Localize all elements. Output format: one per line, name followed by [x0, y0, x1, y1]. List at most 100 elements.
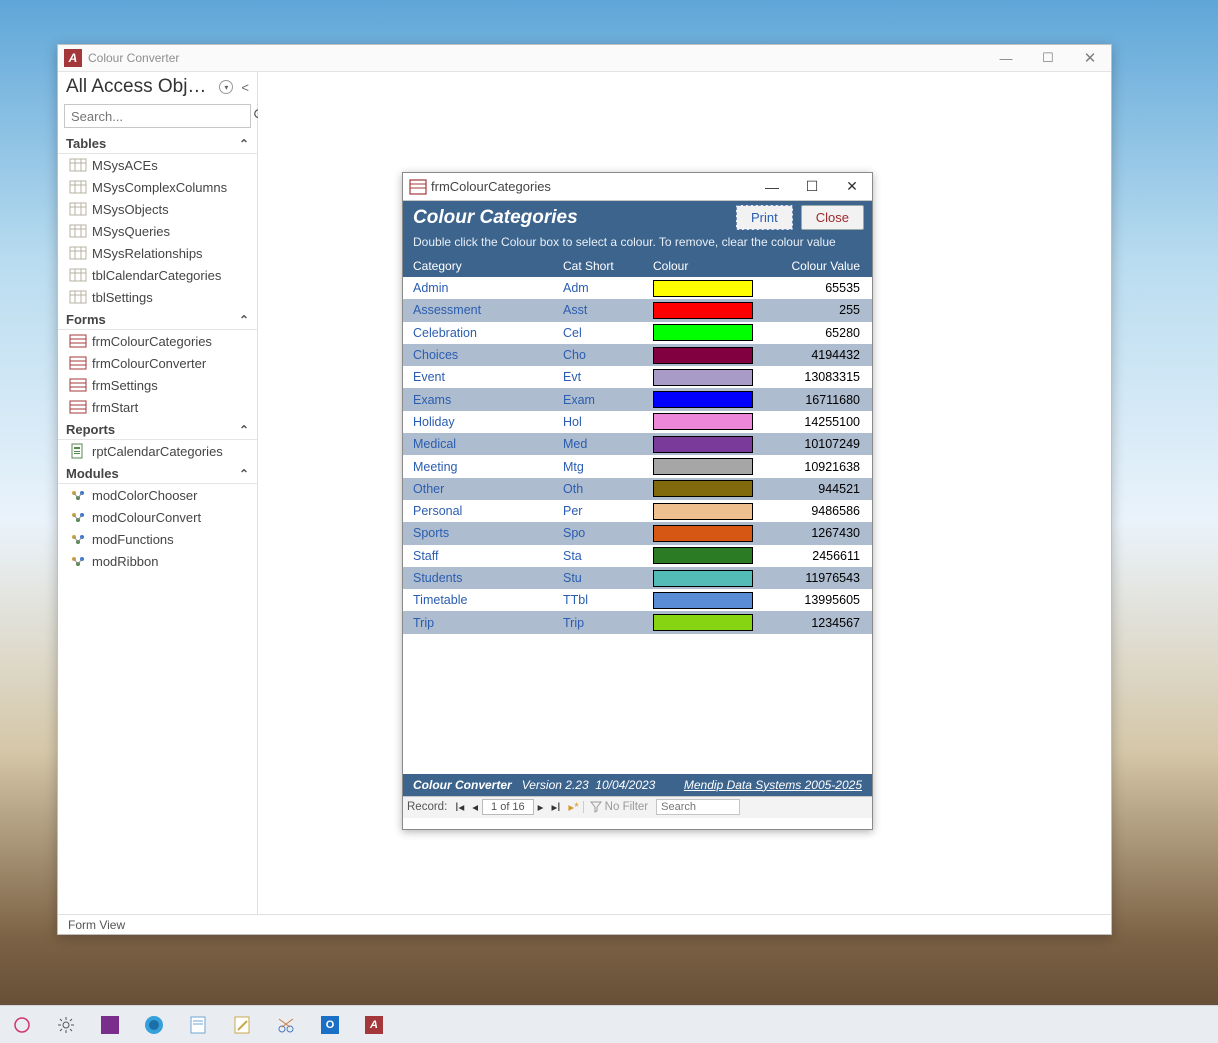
nav-item[interactable]: modColorChooser	[58, 484, 257, 506]
nav-item[interactable]: modRibbon	[58, 550, 257, 572]
recnav-prev-button[interactable]: ◂	[468, 800, 482, 814]
cell-category[interactable]: Medical	[403, 437, 563, 451]
nav-item[interactable]: frmColourConverter	[58, 352, 257, 374]
cell-category[interactable]: Personal	[403, 504, 563, 518]
close-form-button[interactable]: Close	[801, 205, 864, 230]
cell-category[interactable]: Students	[403, 571, 563, 585]
nav-item[interactable]: frmStart	[58, 396, 257, 418]
nav-item[interactable]: rptCalendarCategories	[58, 440, 257, 462]
colour-swatch[interactable]	[653, 458, 753, 475]
form-maximize-button[interactable]: ☐	[792, 173, 832, 201]
cell-colourvalue[interactable]: 65535	[761, 281, 872, 295]
nav-item[interactable]: MSysObjects	[58, 198, 257, 220]
footer-credit[interactable]: Mendip Data Systems 2005-2025	[684, 778, 862, 792]
cell-catshort[interactable]: Cho	[563, 348, 653, 362]
nav-item[interactable]: modFunctions	[58, 528, 257, 550]
taskbar[interactable]: O A	[0, 1005, 1218, 1043]
recnav-counter[interactable]: 1 of 16	[482, 799, 534, 815]
taskbar-outlook-icon[interactable]: O	[318, 1013, 342, 1037]
cell-category[interactable]: Exams	[403, 393, 563, 407]
nav-collapse-button[interactable]: <	[239, 80, 251, 95]
table-row[interactable]: AssessmentAsst 255	[403, 299, 872, 321]
nav-item[interactable]: modColourConvert	[58, 506, 257, 528]
colour-swatch[interactable]	[653, 391, 753, 408]
nav-item[interactable]: frmSettings	[58, 374, 257, 396]
form-minimize-button[interactable]: —	[752, 173, 792, 201]
cell-colourvalue[interactable]: 65280	[761, 326, 872, 340]
table-row[interactable]: MedicalMed10107249	[403, 433, 872, 455]
colour-swatch[interactable]	[653, 570, 753, 587]
colour-swatch[interactable]	[653, 413, 753, 430]
cell-colourvalue[interactable]: 13083315	[761, 370, 872, 384]
nav-item[interactable]: MSysComplexColumns	[58, 176, 257, 198]
colour-swatch[interactable]	[653, 436, 753, 453]
recnav-filter[interactable]: No Filter	[583, 801, 652, 813]
colour-swatch[interactable]	[653, 503, 753, 520]
cell-category[interactable]: Choices	[403, 348, 563, 362]
form-title-bar[interactable]: frmColourCategories — ☐ ✕	[403, 173, 872, 201]
taskbar-onenote-icon[interactable]	[98, 1013, 122, 1037]
colour-swatch[interactable]	[653, 592, 753, 609]
cell-colourvalue[interactable]: 11976543	[761, 571, 872, 585]
table-row[interactable]: TripTrip 1234567	[403, 611, 872, 633]
cell-colourvalue[interactable]: 1267430	[761, 526, 872, 540]
table-row[interactable]: CelebrationCel65280	[403, 322, 872, 344]
taskbar-notepad2-icon[interactable]	[230, 1013, 254, 1037]
nav-group-tables[interactable]: Tables⌃	[58, 132, 257, 154]
cell-catshort[interactable]: Cel	[563, 326, 653, 340]
cell-catshort[interactable]: Trip	[563, 616, 653, 630]
colour-swatch[interactable]	[653, 347, 753, 364]
table-row[interactable]: ChoicesCho4194432	[403, 344, 872, 366]
colour-swatch[interactable]	[653, 614, 753, 631]
colour-swatch[interactable]	[653, 525, 753, 542]
cell-catshort[interactable]: Per	[563, 504, 653, 518]
nav-item[interactable]: tblCalendarCategories	[58, 264, 257, 286]
table-row[interactable]: PersonalPer 9486586	[403, 500, 872, 522]
cell-colourvalue[interactable]: 9486586	[761, 504, 872, 518]
cell-colourvalue[interactable]: 14255100	[761, 415, 872, 429]
recnav-search-input[interactable]	[656, 799, 740, 815]
search-input[interactable]	[65, 109, 253, 124]
taskbar-snip-icon[interactable]	[274, 1013, 298, 1037]
colour-swatch[interactable]	[653, 302, 753, 319]
cell-colourvalue[interactable]: 16711680	[761, 393, 872, 407]
close-button[interactable]: ✕	[1069, 45, 1111, 72]
taskbar-settings-icon[interactable]	[54, 1013, 78, 1037]
cell-catshort[interactable]: Hol	[563, 415, 653, 429]
cell-colourvalue[interactable]: 13995605	[761, 593, 872, 607]
nav-search[interactable]	[64, 104, 251, 128]
cell-category[interactable]: Trip	[403, 616, 563, 630]
recnav-last-button[interactable]: ▸I	[547, 800, 564, 814]
taskbar-edge-icon[interactable]	[142, 1013, 166, 1037]
cell-catshort[interactable]: Asst	[563, 303, 653, 317]
cell-category[interactable]: Assessment	[403, 303, 563, 317]
nav-item[interactable]: tblSettings	[58, 286, 257, 308]
cell-category[interactable]: Timetable	[403, 593, 563, 607]
maximize-button[interactable]: ☐	[1027, 45, 1069, 72]
cell-category[interactable]: Sports	[403, 526, 563, 540]
table-row[interactable]: StudentsStu11976543	[403, 567, 872, 589]
cell-colourvalue[interactable]: 1234567	[761, 616, 872, 630]
cell-category[interactable]: Event	[403, 370, 563, 384]
cell-category[interactable]: Other	[403, 482, 563, 496]
colour-swatch[interactable]	[653, 324, 753, 341]
print-button[interactable]: Print	[736, 205, 793, 230]
table-row[interactable]: EventEvt13083315	[403, 366, 872, 388]
table-row[interactable]: MeetingMtg10921638	[403, 455, 872, 477]
cell-colourvalue[interactable]: 10921638	[761, 460, 872, 474]
nav-title[interactable]: All Access Obj…	[66, 76, 219, 98]
table-row[interactable]: AdminAdm65535	[403, 277, 872, 299]
table-row[interactable]: HolidayHol14255100	[403, 411, 872, 433]
cell-category[interactable]: Meeting	[403, 460, 563, 474]
table-row[interactable]: SportsSpo1267430	[403, 522, 872, 544]
nav-dropdown-icon[interactable]: ▾	[219, 80, 233, 94]
colour-swatch[interactable]	[653, 547, 753, 564]
cell-colourvalue[interactable]: 255	[761, 303, 872, 317]
form-close-button[interactable]: ✕	[832, 173, 872, 201]
cell-colourvalue[interactable]: 2456611	[761, 549, 872, 563]
cell-catshort[interactable]: Oth	[563, 482, 653, 496]
taskbar-notepad-icon[interactable]	[186, 1013, 210, 1037]
table-row[interactable]: TimetableTTbl13995605	[403, 589, 872, 611]
nav-item[interactable]: MSysQueries	[58, 220, 257, 242]
minimize-button[interactable]: —	[985, 45, 1027, 72]
